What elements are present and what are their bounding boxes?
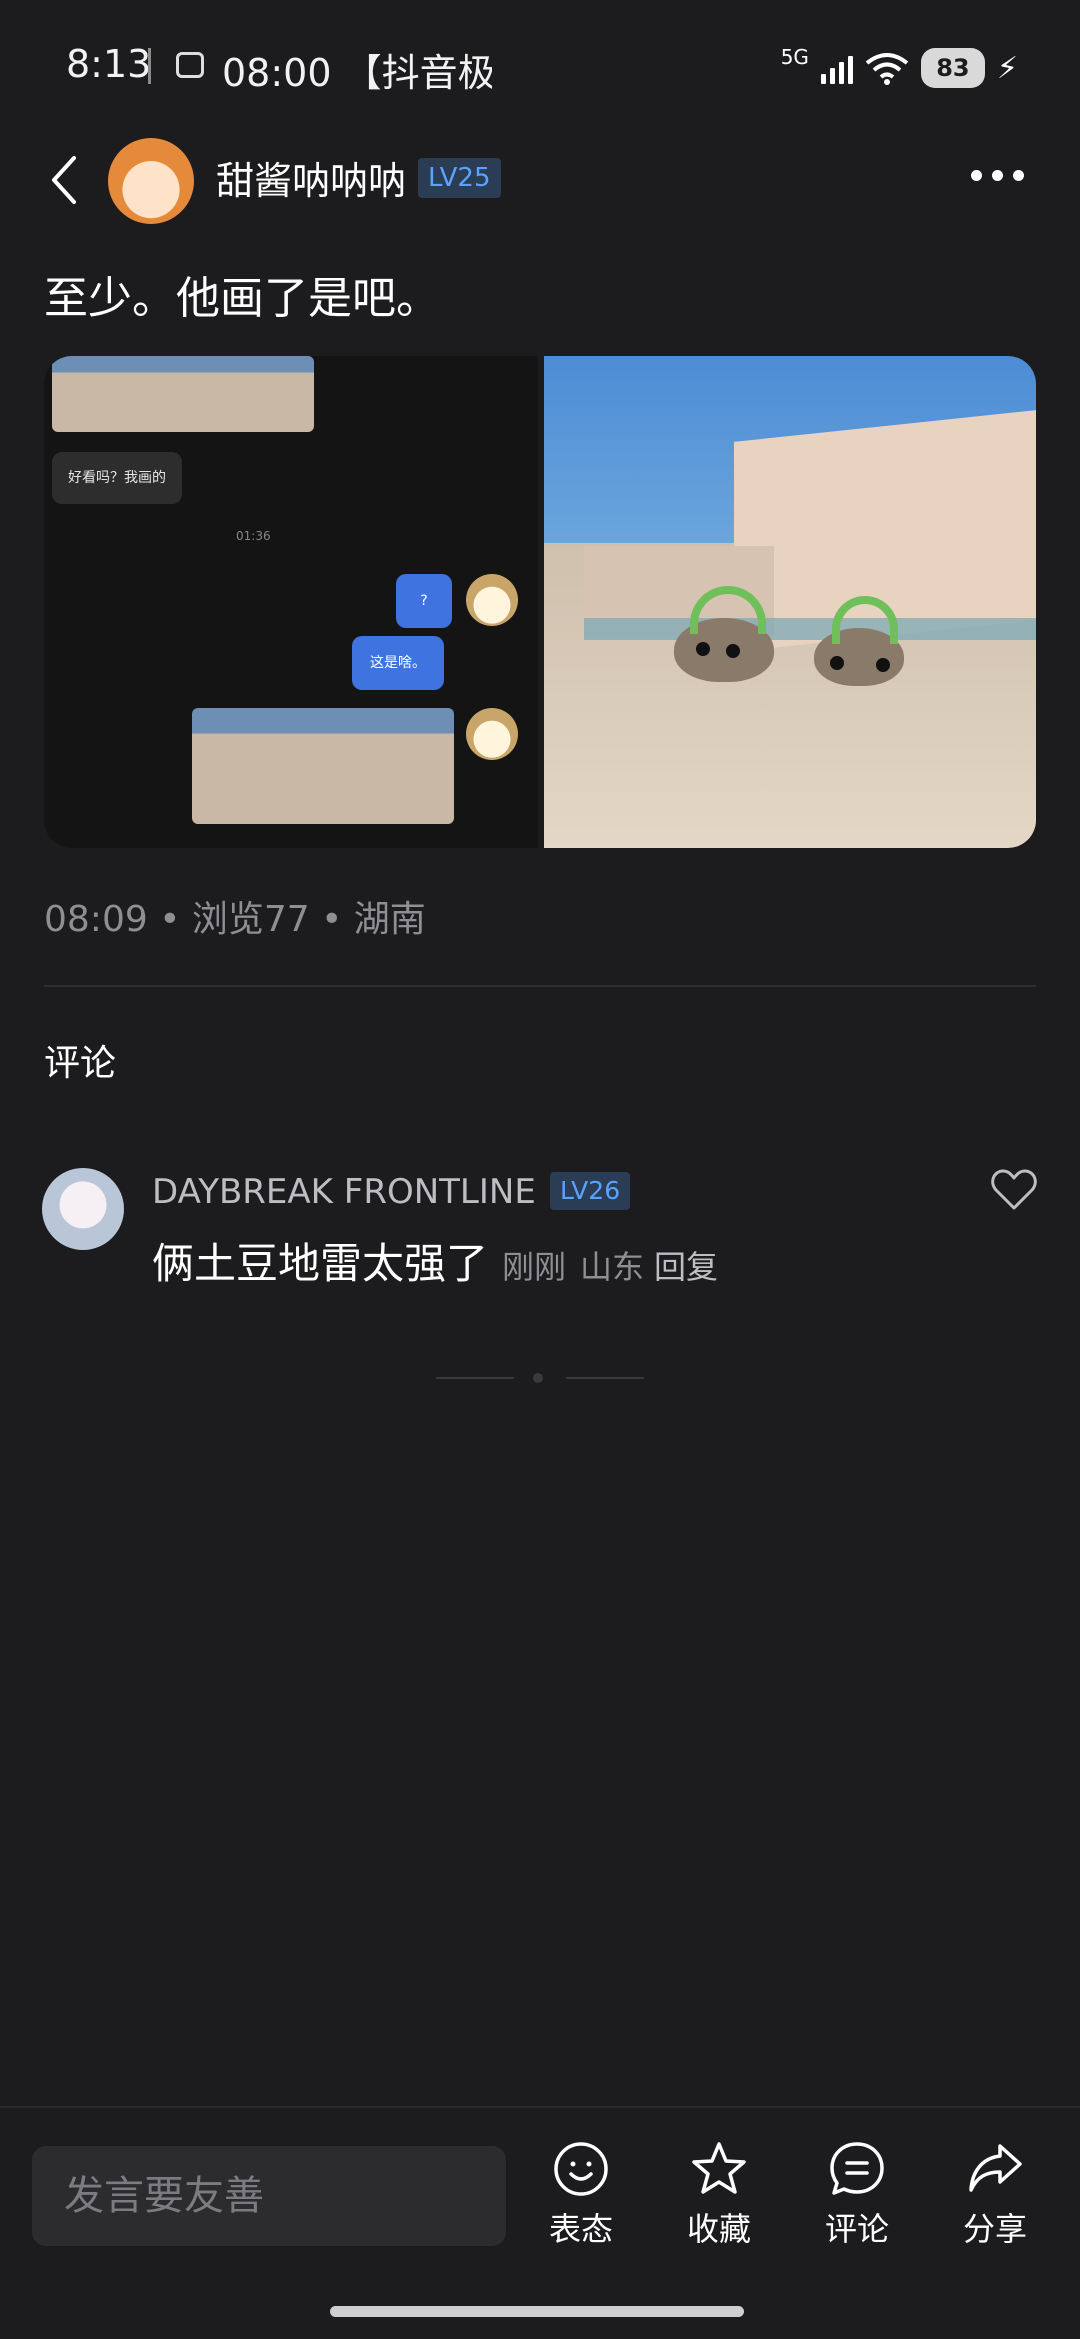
eye bbox=[696, 642, 710, 656]
chat-avatar bbox=[466, 574, 518, 626]
star-icon bbox=[692, 2142, 746, 2194]
comment-button[interactable]: 评论 bbox=[802, 2140, 912, 2250]
end-line-left bbox=[436, 1377, 514, 1379]
commenter-avatar[interactable] bbox=[42, 1168, 124, 1250]
react-label: 表态 bbox=[548, 2210, 613, 2248]
status-time: 8:13 bbox=[66, 42, 152, 86]
status-notification-text: 08:00 【抖音极 bbox=[222, 51, 492, 95]
notification-app-icon bbox=[176, 52, 204, 78]
end-line-right bbox=[566, 1377, 644, 1379]
comment-time: 刚刚 bbox=[502, 1248, 567, 1286]
comments-title: 评论 bbox=[44, 1043, 117, 1084]
post-image-scene[interactable] bbox=[544, 356, 1036, 848]
signal-icon bbox=[820, 52, 853, 84]
commenter-name[interactable]: DAYBREAK FRONTLINE bbox=[152, 1172, 536, 1212]
chat-image-thumb bbox=[52, 356, 314, 432]
wifi-icon bbox=[865, 53, 909, 85]
eye bbox=[726, 644, 740, 658]
post-text: 至少。他画了是吧。 bbox=[44, 273, 440, 324]
charging-icon: ⚡ bbox=[996, 50, 1018, 86]
status-indicators: 5G 83 ⚡ bbox=[781, 44, 1018, 92]
comment-text: 俩土豆地雷太强了 bbox=[152, 1239, 489, 1288]
reply-button[interactable]: 回复 bbox=[654, 1248, 718, 1286]
commenter-level-badge: LV26 bbox=[550, 1172, 631, 1210]
author-level-badge: LV25 bbox=[418, 158, 501, 198]
divider bbox=[44, 985, 1036, 987]
react-button[interactable]: 表态 bbox=[526, 2140, 636, 2250]
eye bbox=[830, 656, 844, 670]
eye bbox=[876, 658, 890, 672]
favorite-button[interactable]: 收藏 bbox=[664, 2140, 774, 2250]
comment-label: 评论 bbox=[824, 2210, 889, 2248]
home-indicator[interactable] bbox=[330, 2306, 744, 2317]
smiley-icon bbox=[554, 2142, 608, 2196]
comment-item: 俩土豆地雷太强了 刚刚 山东 回复 bbox=[152, 1230, 718, 1291]
end-dot bbox=[533, 1373, 543, 1383]
status-separator bbox=[148, 48, 151, 84]
chat-bubble-question: ? bbox=[396, 574, 452, 628]
network-type: 5G bbox=[780, 45, 809, 69]
post-image-chat[interactable]: 好看吗？我画的 01:36 ? 这是啥。 bbox=[44, 356, 538, 848]
comment-icon bbox=[830, 2142, 884, 2195]
chat-avatar-2 bbox=[466, 708, 518, 760]
author-name[interactable]: 甜酱呐呐呐 bbox=[216, 150, 406, 205]
share-button[interactable]: 分享 bbox=[940, 2140, 1050, 2250]
share-icon bbox=[969, 2144, 1022, 2192]
chat-time: 01:36 bbox=[236, 529, 271, 543]
chat-bubble-left: 好看吗？我画的 bbox=[52, 452, 182, 504]
chat-bubble-reply: 这是啥。 bbox=[352, 636, 444, 690]
chevron-left-icon[interactable] bbox=[42, 150, 92, 210]
chat-image-thumb-2 bbox=[192, 708, 454, 824]
comment-location: 山东 bbox=[580, 1248, 645, 1286]
favorite-label: 收藏 bbox=[686, 2210, 751, 2248]
author-avatar[interactable] bbox=[108, 138, 194, 224]
more-icon[interactable] bbox=[971, 170, 1024, 181]
comment-input[interactable]: 发言要友善 bbox=[32, 2146, 506, 2246]
heart-icon[interactable] bbox=[990, 1168, 1038, 1212]
share-label: 分享 bbox=[962, 2210, 1027, 2248]
battery-icon: 83 bbox=[920, 48, 985, 88]
scene-stripe bbox=[584, 618, 1036, 640]
post-meta: 08:09 • 浏览77 • 湖南 bbox=[44, 899, 426, 940]
